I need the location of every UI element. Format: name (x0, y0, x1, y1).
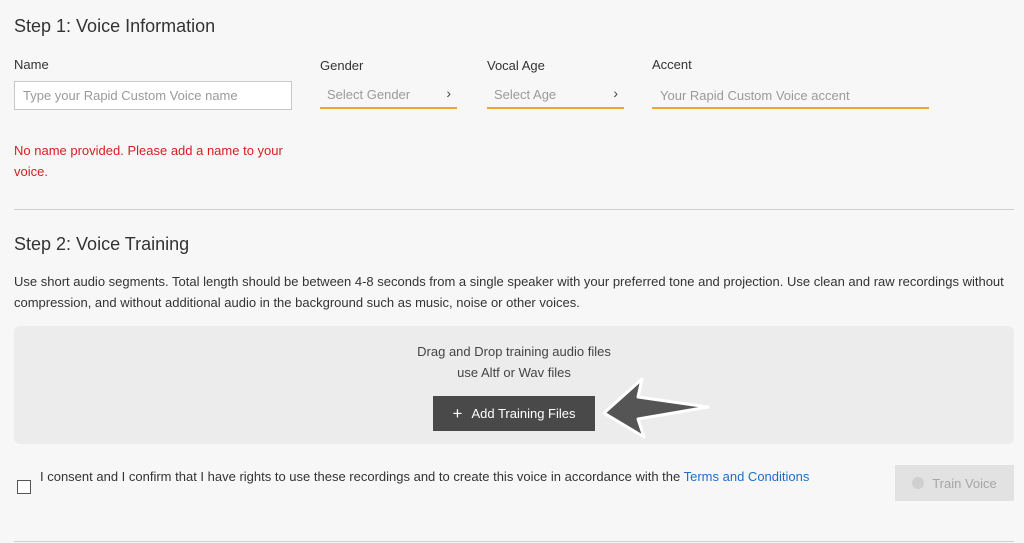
dropzone-instruction: Drag and Drop training audio files (417, 344, 611, 359)
step2-title: Step 2: Voice Training (14, 234, 190, 254)
bottom-divider (14, 541, 1014, 542)
dropzone-format-hint: use Altf or Wav files (457, 365, 571, 380)
name-label: Name (14, 57, 49, 72)
name-input[interactable] (14, 81, 292, 110)
add-training-files-button[interactable]: + Add Training Files (433, 396, 595, 431)
accent-label: Accent (652, 57, 692, 72)
train-voice-label: Train Voice (932, 475, 997, 491)
arrow-left-icon (602, 377, 710, 439)
accent-input[interactable] (652, 84, 929, 109)
vocal-age-label: Vocal Age (487, 58, 545, 73)
section-divider (14, 209, 1014, 210)
microphone-icon (912, 477, 925, 489)
train-voice-button[interactable]: Train Voice (895, 465, 1014, 501)
training-description: Use short audio segments. Total length s… (14, 274, 1004, 310)
gender-select[interactable]: Select Gender › (320, 81, 457, 109)
plus-icon: + (452, 404, 463, 423)
consent-checkbox[interactable] (17, 480, 31, 494)
name-error-message: No name provided. Please add a name to y… (14, 143, 283, 179)
chevron-right-icon: › (613, 85, 618, 101)
consent-statement: I consent and I confirm that I have righ… (40, 469, 684, 484)
gender-select-value: Select Gender (327, 87, 411, 102)
vocal-age-select-value: Select Age (494, 87, 557, 102)
consent-text: I consent and I confirm that I have righ… (40, 466, 860, 487)
add-training-files-label: Add Training Files (471, 406, 576, 421)
step1-title: Step 1: Voice Information (14, 16, 216, 36)
gender-label: Gender (320, 58, 364, 73)
terms-link[interactable]: Terms and Conditions (684, 469, 810, 484)
chevron-right-icon: › (446, 85, 451, 101)
vocal-age-select[interactable]: Select Age › (487, 81, 624, 109)
training-dropzone[interactable]: Drag and Drop training audio files use A… (14, 326, 1014, 444)
